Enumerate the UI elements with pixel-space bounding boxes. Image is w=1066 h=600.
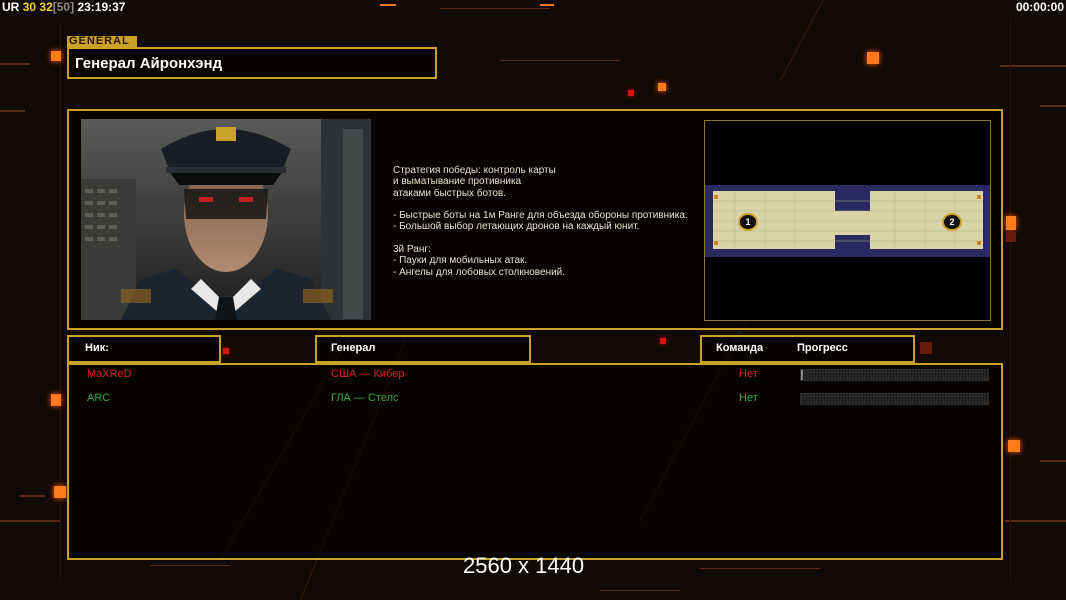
player-row: ARC ГЛА — Стелс Нет xyxy=(69,392,1001,408)
ur-label: UR xyxy=(2,0,20,14)
general-info-panel: Стратегия победы: контроль карты и вымат… xyxy=(67,109,1003,330)
clock: 23:19:37 xyxy=(77,0,126,14)
stat-value-1: 30 xyxy=(22,0,37,14)
header-general-label: Генерал xyxy=(331,342,376,354)
player-team: Нет xyxy=(739,392,758,404)
general-title-box: Генерал Айронхэнд xyxy=(67,47,437,79)
stat-value-3: [50] xyxy=(52,0,75,14)
header-team-progress: Команда Прогресс xyxy=(700,335,915,363)
game-timer: 00:00:00 xyxy=(1015,0,1064,14)
player-row: MaXReD США — Кибер Нет xyxy=(69,368,1001,384)
players-panel: MaXReD США — Кибер Нет ARC ГЛА — Стелс Н… xyxy=(67,363,1003,560)
portrait-image xyxy=(81,119,371,320)
player-general: США — Кибер xyxy=(331,368,405,380)
general-name: Генерал Айронхэнд xyxy=(75,55,223,72)
player-progress-bar xyxy=(800,393,989,405)
start-position-1[interactable]: 1 xyxy=(738,213,758,231)
header-general: Генерал xyxy=(315,335,531,363)
resolution-label: 2560 x 1440 xyxy=(463,553,585,578)
player-nick: ARC xyxy=(87,392,111,404)
top-status-bar: UR 30 32[50] 23:19:37 00:00:00 xyxy=(0,0,1066,14)
player-progress-bar xyxy=(800,369,989,381)
player-team: Нет xyxy=(739,368,758,380)
header-progress-label: Прогресс xyxy=(797,342,848,354)
general-section-tag: GENERAL xyxy=(67,36,137,47)
player-general: ГЛА — Стелс xyxy=(331,392,399,404)
header-nick-label: Ник: xyxy=(85,342,109,354)
general-description: Стратегия победы: контроль карты и вымат… xyxy=(393,165,688,278)
player-nick: MaXReD xyxy=(87,368,132,380)
header-team-label: Команда xyxy=(716,342,764,354)
start-position-2[interactable]: 2 xyxy=(942,213,962,231)
stat-value-2: 32 xyxy=(39,0,53,14)
fps-clock-readout: UR 30 32[50] 23:19:37 xyxy=(2,0,125,14)
header-nick: Ник: xyxy=(67,335,221,363)
player-progress-fill xyxy=(801,370,803,380)
general-portrait xyxy=(81,119,371,320)
map-preview[interactable]: 1 2 xyxy=(704,120,991,321)
